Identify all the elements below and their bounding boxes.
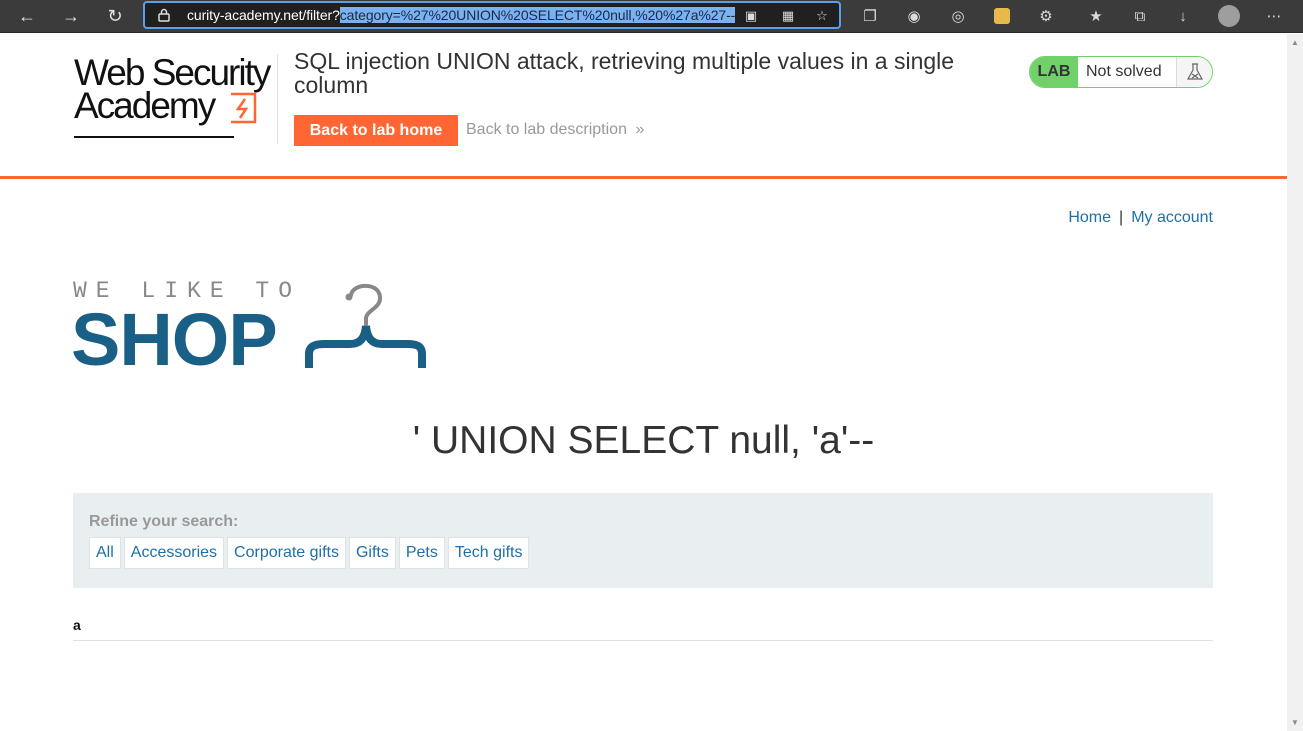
scroll-up-icon[interactable]: ▲	[1291, 38, 1299, 47]
filter-tech-gifts[interactable]: Tech gifts	[447, 537, 530, 569]
logo-line2: Academy	[74, 85, 216, 126]
lab-status-text: Not solved	[1078, 57, 1177, 87]
lab-title: SQL injection UNION attack, retrieving m…	[294, 48, 955, 98]
result-item: a	[73, 617, 81, 633]
url-text[interactable]: curity-academy.net/filter?category=%27%2…	[187, 7, 735, 23]
back-to-lab-description-label: Back to lab description	[466, 121, 627, 138]
filter-pets[interactable]: Pets	[398, 537, 445, 569]
shop-logo: WE LIKE TO SHOP	[71, 278, 433, 381]
flask-icon	[1177, 57, 1212, 87]
add-favorite-icon[interactable]: ☆	[811, 6, 833, 26]
my-account-link[interactable]: My account	[1131, 209, 1213, 226]
logo-bolt-icon	[231, 92, 257, 124]
double-chevron-right-icon: »	[635, 121, 645, 138]
forward-arrow-icon[interactable]: →	[57, 3, 85, 29]
home-link[interactable]: Home	[1068, 209, 1111, 226]
refine-search-label: Refine your search:	[89, 513, 239, 530]
page-scrollbar[interactable]: ▲ ▼	[1287, 34, 1303, 731]
address-bar[interactable]: curity-academy.net/filter?category=%27%2…	[143, 1, 841, 29]
collections-icon[interactable]: ⧉	[1127, 3, 1153, 29]
filter-gifts[interactable]: Gifts	[348, 537, 396, 569]
back-to-lab-home-button[interactable]: Back to lab home	[294, 115, 458, 146]
category-heading: ' UNION SELECT null, 'a'--	[412, 419, 875, 462]
nav-separator: |	[1119, 209, 1124, 226]
scroll-down-icon[interactable]: ▼	[1291, 718, 1299, 727]
profile-avatar-icon[interactable]	[1216, 3, 1242, 29]
filter-panel: Refine your search: All Accessories Corp…	[73, 493, 1213, 588]
extensions-icon[interactable]: ⚙	[1033, 3, 1059, 29]
device-icon[interactable]: ▣	[740, 6, 762, 26]
download-icon[interactable]: ↓	[1170, 3, 1196, 29]
url-prefix: curity-academy.net/filter?	[187, 7, 340, 23]
web-security-academy-logo[interactable]: Web Security Academy	[74, 52, 278, 146]
lab-status-badge: LAB Not solved	[1029, 56, 1213, 88]
category-filters: All Accessories Corporate gifts Gifts Pe…	[89, 537, 530, 569]
lab-header: Web Security Academy SQL injection UNION…	[0, 34, 1287, 179]
hanger-icon	[305, 283, 426, 368]
camera-icon[interactable]: ◉	[901, 3, 927, 29]
result-divider	[73, 640, 1213, 641]
shop-logo-word: SHOP	[71, 298, 278, 381]
back-arrow-icon[interactable]: ←	[13, 3, 41, 29]
back-to-lab-description-link[interactable]: Back to lab description »	[466, 121, 644, 139]
more-menu-icon[interactable]: ⋯	[1261, 3, 1287, 29]
reload-icon[interactable]: ↻	[101, 3, 129, 29]
filter-all[interactable]: All	[89, 537, 121, 569]
filter-corporate-gifts[interactable]: Corporate gifts	[227, 537, 346, 569]
app-grid-icon[interactable]: ▦	[777, 6, 799, 26]
collections-tab-icon[interactable]: ❐	[857, 3, 883, 29]
browser-toolbar: ← → ↻ curity-academy.net/filter?category…	[0, 0, 1303, 33]
extension-app-icon[interactable]	[989, 3, 1015, 29]
lock-icon	[158, 8, 170, 22]
favorites-icon[interactable]: ★	[1083, 3, 1109, 29]
globe-icon[interactable]: ◎	[945, 3, 971, 29]
top-nav: Home | My account	[1068, 209, 1213, 227]
lab-badge-label: LAB	[1030, 57, 1078, 87]
logo-divider	[277, 54, 278, 144]
url-selected: category=%27%20UNION%20SELECT%20null,%20…	[339, 7, 736, 23]
filter-accessories[interactable]: Accessories	[123, 537, 225, 569]
